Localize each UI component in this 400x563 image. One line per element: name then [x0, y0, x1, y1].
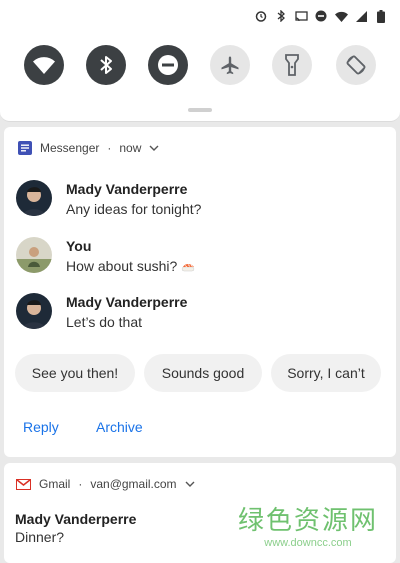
message-item: Mady Vanderperre Any ideas for tonight?: [16, 180, 201, 217]
drag-handle[interactable]: [188, 108, 212, 112]
account-email: van@gmail.com: [90, 477, 177, 491]
wifi-toggle[interactable]: [24, 45, 64, 85]
email-preview: Dinner?: [15, 529, 65, 545]
separator-dot: ·: [107, 141, 112, 155]
airplane-icon: [221, 56, 239, 75]
chevron-down-icon[interactable]: [185, 480, 195, 488]
messenger-notification[interactable]: Messenger · now Mady Vanderperre Any ide…: [4, 127, 396, 457]
message-item: You How about sushi?: [16, 237, 195, 274]
watermark: 绿色资源网 www.downcc.com: [238, 500, 378, 549]
flashlight-toggle[interactable]: [272, 45, 312, 85]
sushi-emoji-icon: [181, 264, 195, 272]
message-text: How about sushi?: [66, 258, 195, 274]
auto-rotate-toggle[interactable]: [336, 45, 376, 85]
flashlight-icon: [285, 54, 299, 76]
smart-reply-chip[interactable]: Sorry, I can’t: [271, 354, 381, 392]
quick-settings-panel: [0, 0, 400, 122]
dnd-icon: [158, 55, 178, 75]
avatar: [16, 293, 52, 329]
app-name: Messenger: [40, 141, 100, 155]
message-text: Any ideas for tonight?: [66, 201, 202, 217]
gmail-header: Gmail · van@gmail.com: [16, 477, 195, 491]
messenger-app-icon: [18, 141, 32, 155]
signal-icon: [354, 9, 368, 23]
bluetooth-icon: [100, 56, 112, 74]
watermark-title: 绿色资源网: [237, 506, 378, 536]
email-sender: Mady Vanderperre: [15, 511, 137, 527]
app-name: Gmail: [39, 477, 71, 491]
smart-reply-chip[interactable]: Sounds good: [144, 354, 262, 392]
status-bar-icons: [254, 9, 388, 23]
watermark-url: www.downcc.com: [264, 537, 352, 549]
bluetooth-icon: [274, 9, 288, 23]
dnd-toggle[interactable]: [148, 45, 188, 85]
chevron-down-icon[interactable]: [149, 144, 159, 152]
message-sender: Mady Vanderperre: [66, 294, 188, 310]
alarm-icon: [254, 9, 268, 23]
bluetooth-toggle[interactable]: [86, 45, 126, 85]
wifi-icon: [33, 57, 55, 74]
separator-dot: ·: [78, 477, 83, 491]
message-sender: Mady Vanderperre: [66, 181, 188, 197]
gmail-app-icon: [16, 478, 31, 490]
message-sender: You: [66, 238, 92, 254]
avatar: [16, 180, 52, 216]
dnd-icon: [314, 9, 328, 23]
cast-icon: [294, 9, 308, 23]
wifi-icon: [334, 9, 348, 23]
archive-button[interactable]: Archive: [96, 419, 143, 435]
smart-reply-chip[interactable]: See you then!: [15, 354, 135, 392]
rotate-icon: [346, 55, 366, 75]
reply-button[interactable]: Reply: [23, 419, 59, 435]
notification-time: now: [119, 141, 142, 155]
avatar: [16, 237, 52, 273]
messenger-header: Messenger · now: [18, 141, 159, 155]
battery-icon: [374, 9, 388, 23]
airplane-mode-toggle[interactable]: [210, 45, 250, 85]
message-item: Mady Vanderperre Let’s do that: [16, 293, 187, 330]
message-text: Let’s do that: [66, 314, 143, 330]
